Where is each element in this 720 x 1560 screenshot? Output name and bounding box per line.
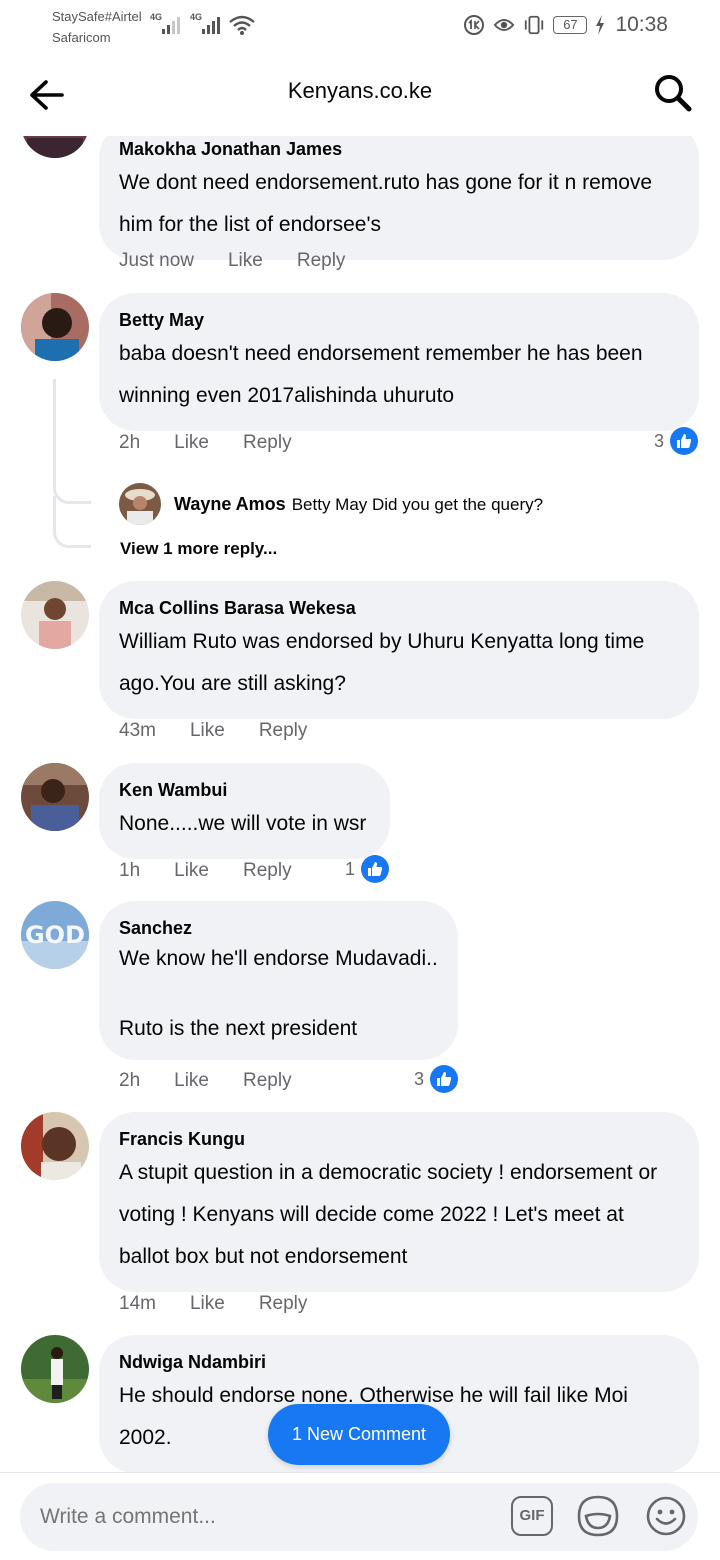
reply-button[interactable]: Reply (259, 720, 308, 742)
battery-level: 67 (553, 16, 588, 34)
like-button[interactable]: Like (190, 720, 225, 742)
eye-comfort-icon (493, 14, 515, 36)
reaction-count-number: 3 (654, 430, 665, 451)
reply-button[interactable]: Reply (243, 860, 292, 882)
comment-bubble[interactable]: Makokha Jonathan James We dont need endo… (99, 136, 699, 260)
thumbs-up-icon (430, 1065, 459, 1093)
avatar[interactable] (21, 581, 89, 649)
comment-timestamp: 2h (119, 432, 141, 453)
avatar[interactable] (21, 1112, 89, 1180)
app-header: Kenyans.co.ke (0, 52, 720, 136)
commenter-name[interactable]: Ken Wambui (119, 777, 370, 803)
comment-actions: 1h Like Reply (119, 860, 326, 882)
comment-text: None.....we will vote in wsr (119, 812, 367, 835)
comment-bubble[interactable]: Sanchez We know he'll endorse Mudavadi..… (99, 901, 458, 1060)
comment-actions: 2h Like Reply (119, 432, 326, 454)
reply-preview-text: Betty May Did you get the query? (291, 495, 544, 514)
comment-input[interactable] (40, 1483, 500, 1551)
avatar[interactable] (21, 1335, 89, 1403)
comment-text: A stupit question in a democratic societ… (119, 1161, 658, 1268)
commenter-name[interactable]: Betty May (119, 307, 679, 333)
reply-button[interactable]: Reply (243, 432, 292, 454)
reply-author-name[interactable]: Wayne Amos (174, 494, 286, 514)
comment-timestamp: 14m (119, 1293, 156, 1314)
sticker-button[interactable] (576, 1494, 620, 1538)
carrier-secondary: Safaricom (52, 30, 111, 45)
avatar[interactable]: GOD (21, 901, 89, 969)
commenter-name[interactable]: Sanchez (119, 915, 438, 941)
charging-icon (595, 14, 605, 36)
view-more-replies-link[interactable]: View 1 more reply... (120, 539, 277, 559)
like-button[interactable]: Like (228, 250, 263, 272)
comment-actions: Just now Like Reply (119, 250, 379, 272)
commenter-name[interactable]: Makokha Jonathan James (119, 136, 679, 162)
signal-strength-icon: 4G (150, 12, 186, 36)
status-icons: 67 10:38 (463, 10, 668, 40)
signal-strength-icon: 4G (190, 12, 226, 36)
comments-feed[interactable]: Makokha Jonathan James We dont need endo… (0, 136, 720, 1472)
page-title: Kenyans.co.ke (287, 78, 433, 103)
like-button[interactable]: Like (174, 860, 209, 882)
comment-text: William Ruto was endorsed by Uhuru Kenya… (119, 630, 645, 695)
search-button[interactable] (652, 72, 694, 114)
carrier-primary: StaySafe#Airtel (52, 9, 142, 24)
reaction-count-number: 3 (414, 1068, 425, 1089)
reaction-count[interactable]: 3 (414, 1065, 459, 1093)
status-bar: StaySafe#Airtel Safaricom 4G 4G 67 10:38 (0, 0, 720, 52)
avatar[interactable] (21, 136, 89, 158)
reply-thread-connector (53, 379, 91, 504)
comment-bubble[interactable]: Betty May baba doesn't need endorsement … (99, 293, 699, 431)
reaction-count-number: 1 (345, 858, 356, 879)
commenter-name[interactable]: Ndwiga Ndambiri (119, 1349, 679, 1375)
commenter-name[interactable]: Mca Collins Barasa Wekesa (119, 595, 679, 621)
search-icon (655, 75, 692, 112)
network-type-label: 4G (150, 12, 163, 22)
comment-timestamp: Just now (119, 250, 194, 271)
thumbs-up-icon (670, 427, 699, 455)
comment-composer: GIF (0, 1472, 720, 1560)
emoji-button[interactable] (644, 1494, 688, 1538)
like-button[interactable]: Like (174, 1070, 209, 1092)
like-button[interactable]: Like (174, 432, 209, 454)
gif-button[interactable]: GIF (511, 1496, 553, 1536)
carrier-info: StaySafe#Airtel Safaricom (52, 6, 142, 48)
reaction-count[interactable]: 1 (345, 855, 390, 883)
comment-input-container[interactable]: GIF (20, 1483, 698, 1551)
reply-preview[interactable]: Wayne Amos Betty May Did you get the quer… (174, 494, 543, 515)
comment-timestamp: 43m (119, 720, 156, 741)
reaction-count[interactable]: 3 (654, 427, 699, 455)
comment-actions: 2h Like Reply (119, 1070, 326, 1092)
like-button[interactable]: Like (190, 1293, 225, 1315)
comment-timestamp: 2h (119, 1070, 141, 1091)
reply-thread-connector (53, 496, 91, 548)
wifi-icon (228, 14, 256, 41)
reply-button[interactable]: Reply (243, 1070, 292, 1092)
commenter-name[interactable]: Francis Kungu (119, 1126, 679, 1152)
new-comment-button[interactable]: 1 New Comment (268, 1404, 450, 1465)
clock: 10:38 (615, 13, 668, 36)
comment-text: baba doesn't need endorsement remember h… (119, 342, 643, 407)
data-saver-icon (463, 14, 485, 36)
network-type-label: 4G (190, 12, 203, 22)
smiley-icon (646, 1496, 686, 1536)
comment-text: We dont need endorsement.ruto has gone f… (119, 171, 653, 236)
comment-actions: 14m Like Reply (119, 1293, 341, 1315)
vibrate-icon (523, 14, 545, 36)
comment-timestamp: 1h (119, 860, 141, 881)
svg-text:GOD: GOD (25, 921, 85, 949)
avatar[interactable] (21, 763, 89, 831)
sticker-icon (577, 1495, 619, 1537)
reply-button[interactable]: Reply (297, 250, 346, 272)
comment-bubble[interactable]: Mca Collins Barasa Wekesa William Ruto w… (99, 581, 699, 719)
avatar[interactable] (21, 293, 89, 361)
comment-bubble[interactable]: Francis Kungu A stupit question in a dem… (99, 1112, 699, 1292)
avatar[interactable] (119, 483, 161, 525)
comment-text: We know he'll endorse Mudavadi.. Ruto is… (119, 947, 438, 1040)
reply-button[interactable]: Reply (259, 1293, 308, 1315)
comment-actions: 43m Like Reply (119, 720, 341, 742)
thumbs-up-icon (361, 855, 390, 883)
comment-bubble[interactable]: Ken Wambui None.....we will vote in wsr (99, 763, 390, 859)
